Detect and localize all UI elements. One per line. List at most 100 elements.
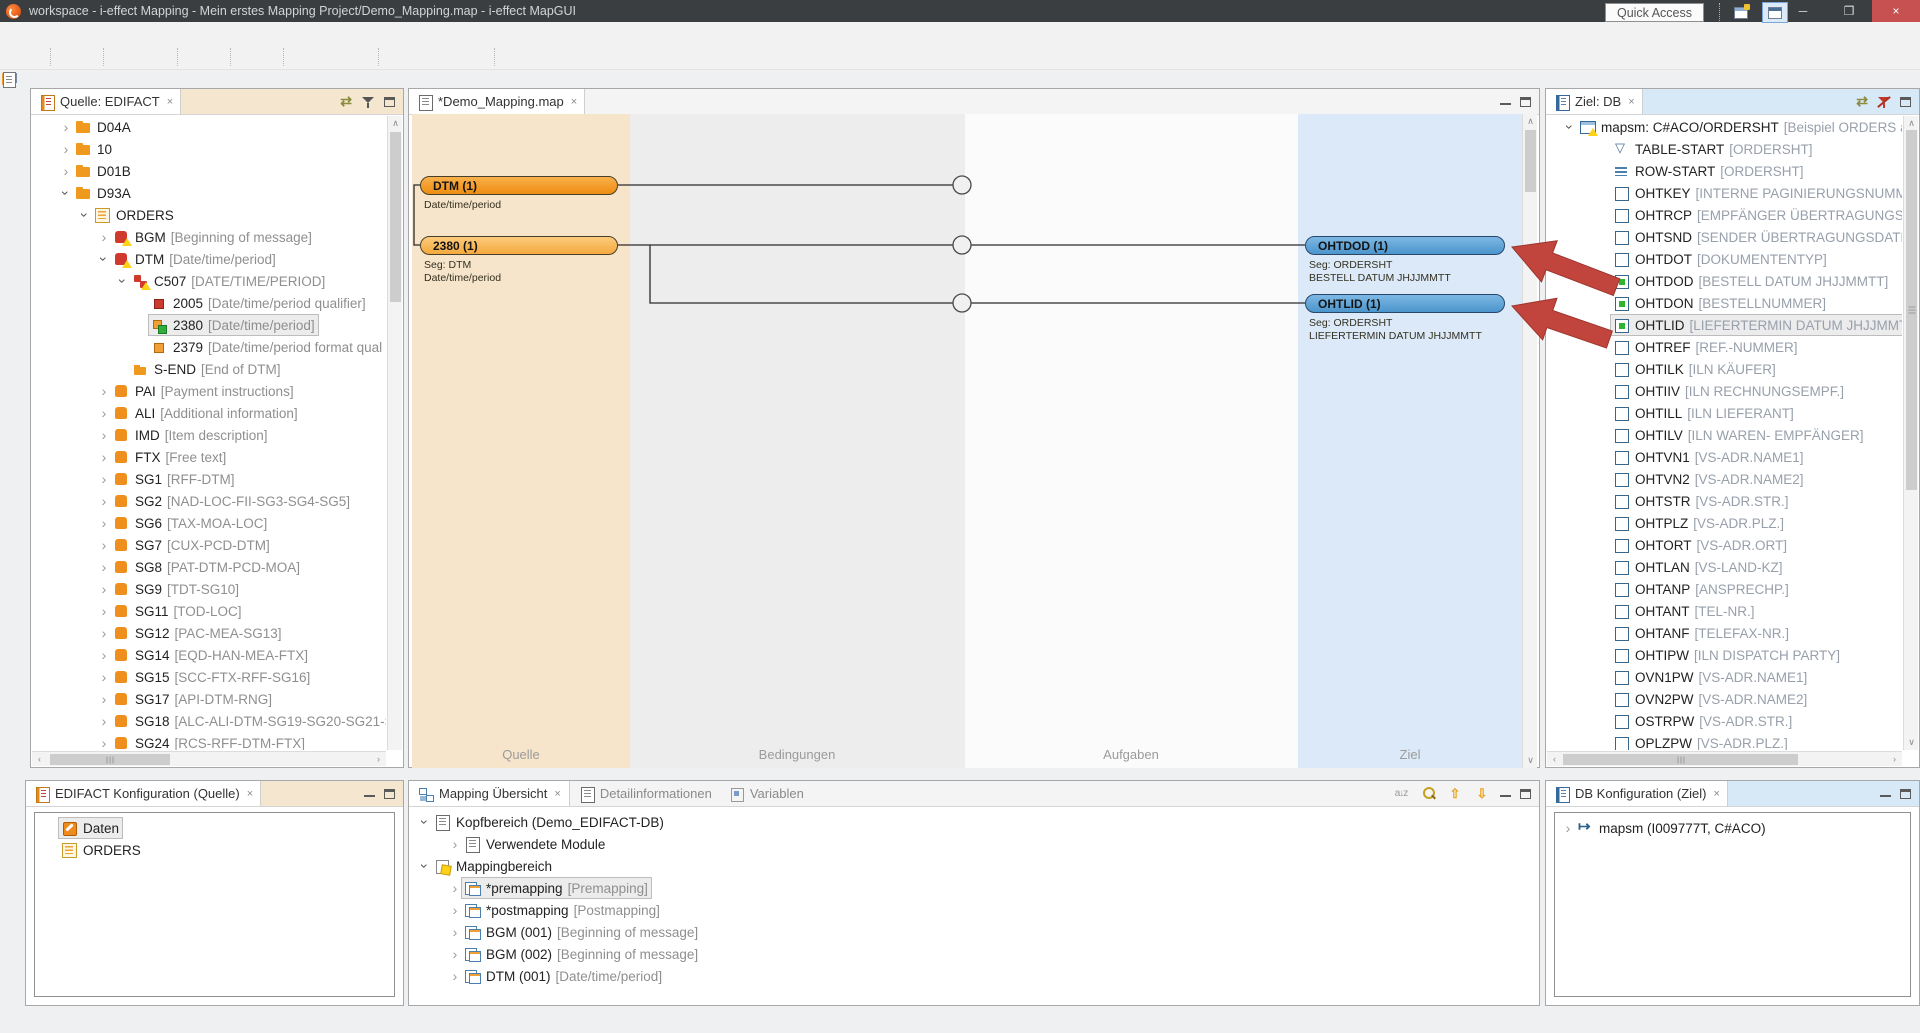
expand-arrow-icon[interactable]: › [97,449,111,465]
item-2379[interactable]: 2379[Date/time/period format qual [32,336,386,358]
item-sg7[interactable]: › SG7[CUX-PCD-DTM] [32,534,386,556]
expand-arrow-icon[interactable] [1597,229,1611,245]
tab-demo-mapping-map[interactable]: *Demo_Mapping.map × [409,89,585,114]
expand-arrow-icon[interactable] [1597,603,1611,619]
expand-arrow-icon[interactable] [1597,691,1611,707]
expand-arrow-icon[interactable]: › [448,880,462,896]
item-sg12[interactable]: › SG12[PAC-MEA-SG13] [32,622,386,644]
expand-arrow-icon[interactable]: › [448,902,462,918]
link-with-editor-icon[interactable]: ⇄ [1856,93,1868,110]
run-icon[interactable] [186,47,205,67]
item-d93a[interactable]: › D93A [32,182,386,204]
expand-arrow-icon[interactable]: › [417,859,433,873]
expand-arrow-icon[interactable]: › [59,163,73,179]
item-ohtvn2[interactable]: OHTVN2[VS-ADR.NAME2] [1547,468,1902,490]
maximize-icon[interactable] [1520,789,1531,799]
node-dtm[interactable]: DTM (1) [420,176,618,195]
item-ohtilv[interactable]: OHTILV[ILN WAREN- EMPFÄNGER] [1547,424,1902,446]
maximize-icon[interactable] [1900,789,1911,799]
tab-db-konfiguration-ziel[interactable]: DB Konfiguration (Ziel) × [1546,781,1728,806]
tab-ziel-db[interactable]: Ziel: DB × [1546,89,1643,114]
item-sg2[interactable]: › SG2[NAD-LOC-FII-SG3-SG4-SG5] [32,490,386,512]
close-icon[interactable]: × [554,788,560,800]
node-ohtlid[interactable]: OHTLID (1) [1305,294,1505,313]
expand-arrow-icon[interactable]: › [1562,120,1578,134]
expand-arrow-icon[interactable] [1597,493,1611,509]
expand-arrow-icon[interactable]: › [97,559,111,575]
expand-arrow-icon[interactable] [1597,295,1611,311]
item-c507[interactable]: › C507[DATE/TIME/PERIOD] [32,270,386,292]
expand-arrow-icon[interactable]: › [97,581,111,597]
expand-arrow-icon[interactable] [1597,383,1611,399]
item-ohtlan[interactable]: OHTLAN[VS-LAND-KZ] [1547,556,1902,578]
item-bgm[interactable]: › BGM[Beginning of message] [32,226,386,248]
expand-arrow-icon[interactable]: › [58,186,74,200]
expand-arrow-icon[interactable]: › [448,946,462,962]
expand-arrow-icon[interactable] [1597,163,1611,179]
export-icon[interactable] [334,47,353,67]
expand-arrow-icon[interactable]: › [97,493,111,509]
item-ohtanp[interactable]: OHTANP[ANSPRECHP.] [1547,578,1902,600]
item-mapsm-c-aco-ordersht[interactable]: › mapsm: C#ACO/ORDERSHT[Beispiel ORDERS … [1547,116,1902,138]
item-orders[interactable]: ORDERS [35,839,394,861]
expand-arrow-icon[interactable] [1597,141,1611,157]
last-edit-icon[interactable] [387,47,406,67]
item-ohtsnd[interactable]: OHTSND[SENDER ÜBERTRAGUNGSDATEI] [1547,226,1902,248]
editor-vscrollbar[interactable]: ∧ ∨ [1522,114,1537,768]
expand-arrow-icon[interactable]: › [97,471,111,487]
expand-arrow-icon[interactable] [1597,669,1611,685]
close-icon[interactable]: × [571,96,577,108]
item-bgm-002[interactable]: › BGM (002)[Beginning of message] [410,943,1538,965]
filter-icon[interactable] [361,95,375,109]
open-perspective-icon[interactable] [1728,2,1754,23]
item-premapping[interactable]: › *premapping[Premapping] [410,877,1538,899]
item-sg11[interactable]: › SG11[TOD-LOC] [32,600,386,622]
expand-arrow-icon[interactable] [1597,449,1611,465]
expand-arrow-icon[interactable] [1597,317,1611,333]
expand-arrow-icon[interactable]: › [97,691,111,707]
expand-arrow-icon[interactable]: › [97,603,111,619]
paste-icon[interactable] [524,47,543,67]
window-close-button[interactable]: × [1872,0,1920,22]
item-ovn1pw[interactable]: OVN1PW[VS-ADR.NAME1] [1547,666,1902,688]
expand-arrow-icon[interactable]: › [77,208,93,222]
item-ohtdod[interactable]: OHTDOD[BESTELL DATUM JHJJMMTT] [1547,270,1902,292]
item-sg15[interactable]: › SG15[SCC-FTX-RFF-SG16] [32,666,386,688]
item-d04a[interactable]: › D04A [32,116,386,138]
minimize-icon[interactable] [1880,794,1891,797]
expand-arrow-icon[interactable]: › [417,815,433,829]
item-sg14[interactable]: › SG14[EQD-HAN-MEA-FTX] [32,644,386,666]
quick-access-button[interactable]: Quick Access [1605,3,1704,22]
item-ohtlid[interactable]: OHTLID[LIEFERTERMIN DATUM JHJJMMTT] [1547,314,1902,336]
close-icon[interactable]: × [1628,96,1634,108]
item-bgm-001[interactable]: › BGM (001)[Beginning of message] [410,921,1538,943]
item-sg17[interactable]: › SG17[API-DTM-RNG] [32,688,386,710]
expand-arrow-icon[interactable] [1597,559,1611,575]
expand-arrow-icon[interactable]: › [97,537,111,553]
item-ohtstr[interactable]: OHTSTR[VS-ADR.STR.] [1547,490,1902,512]
expand-arrow-icon[interactable] [1597,251,1611,267]
minimize-icon[interactable] [1500,102,1511,105]
expand-arrow-icon[interactable]: › [59,119,73,135]
expand-arrow-icon[interactable] [1597,735,1611,750]
item-ohtplz[interactable]: OHTPLZ[VS-ADR.PLZ.] [1547,512,1902,534]
expand-arrow-icon[interactable] [1597,581,1611,597]
source-vscrollbar[interactable]: ∧ [387,116,402,750]
expand-arrow-icon[interactable]: › [97,647,111,663]
sort-alphabetical-icon[interactable]: a↓z [1392,785,1410,803]
item-ohtiiv[interactable]: OHTIIV[ILN RECHNUNGSEMPF.] [1547,380,1902,402]
expand-arrow-icon[interactable]: › [115,274,131,288]
mark-occurrences-icon[interactable] [239,47,258,67]
item-dtm[interactable]: › DTM[Date/time/period] [32,248,386,270]
expand-arrow-icon[interactable] [1597,713,1611,729]
link-with-editor-icon[interactable]: ⇄ [340,93,352,110]
dropdown-icon[interactable] [27,47,46,67]
item-ohtdot[interactable]: OHTDOT[DOKUMENTENTYP] [1547,248,1902,270]
expand-arrow-icon[interactable]: › [448,968,462,984]
item-mapsm-i009777t-c-aco[interactable]: › mapsm (I009777T, C#ACO) [1555,817,1910,839]
back-icon[interactable] [408,47,427,67]
move-up-icon[interactable]: ⇧ [1446,785,1464,803]
dropdown-icon[interactable] [313,47,332,67]
expand-arrow-icon[interactable] [1597,537,1611,553]
expand-arrow-icon[interactable] [116,361,130,377]
